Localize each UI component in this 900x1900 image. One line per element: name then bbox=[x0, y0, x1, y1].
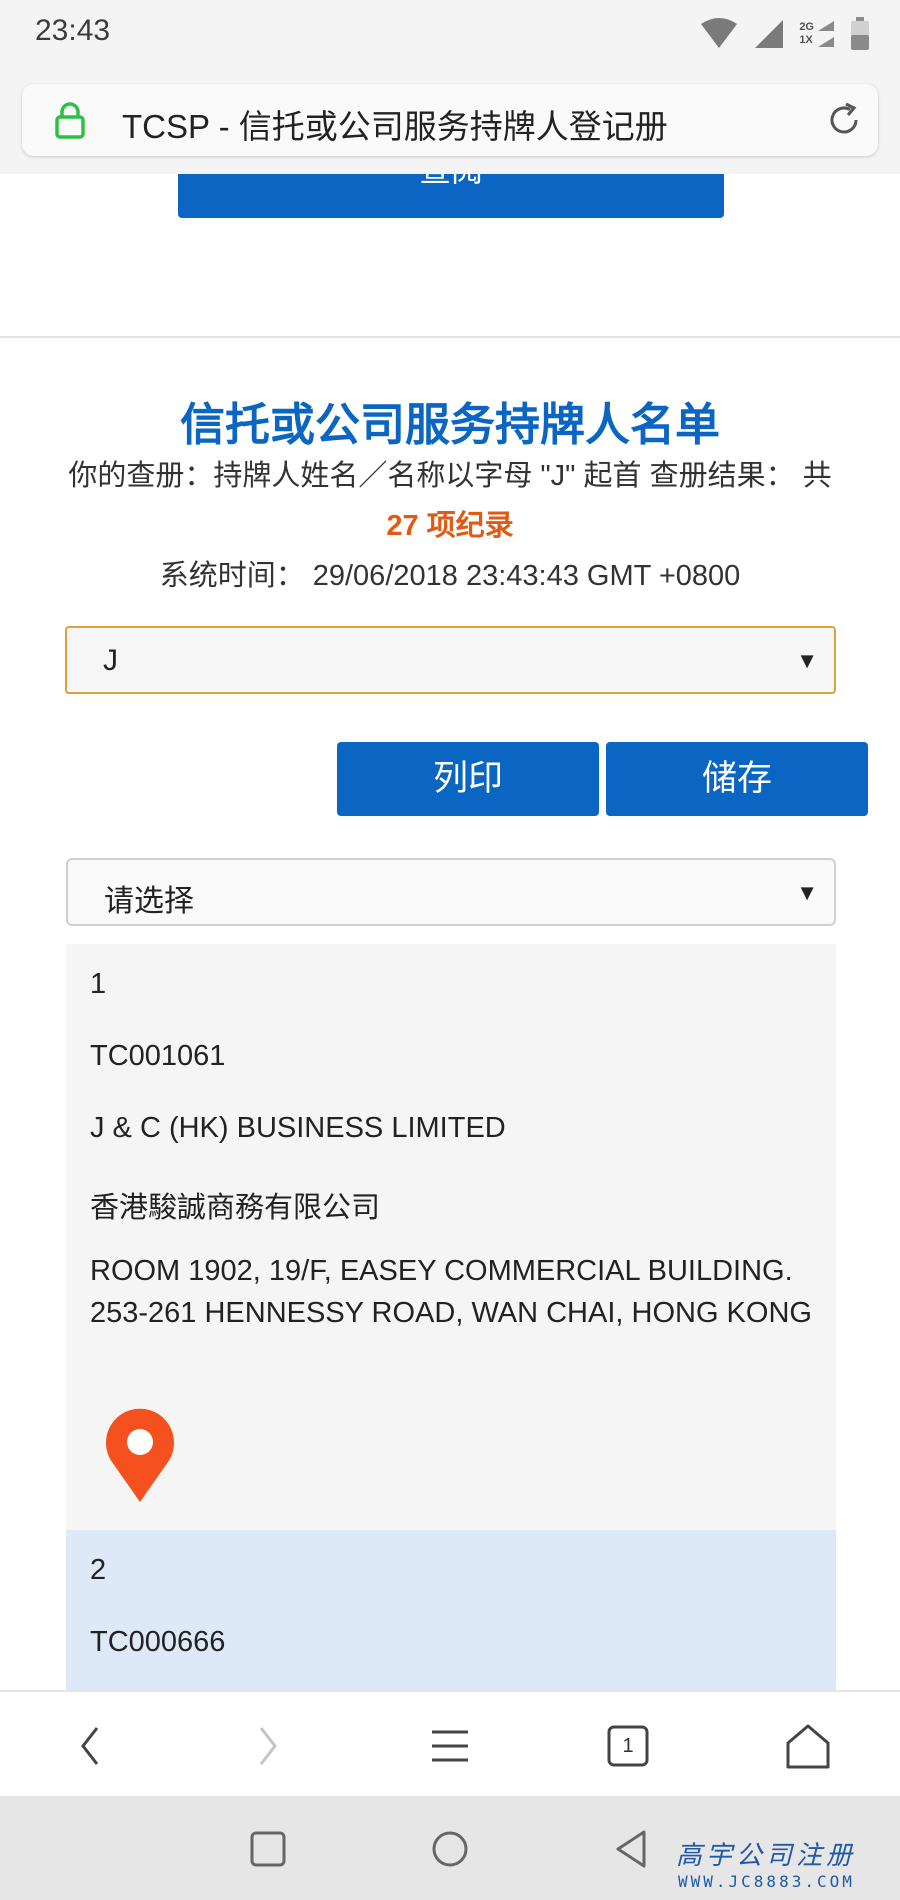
tab-count: 1 bbox=[622, 1734, 634, 1757]
query-summary: 你的查册：持牌人姓名／名称以字母 "J" 起首 查册结果： 共 bbox=[68, 460, 832, 492]
tabs-button[interactable]: 1 bbox=[598, 1716, 658, 1776]
menu-button[interactable] bbox=[420, 1716, 480, 1776]
sort-select[interactable]: 请选择 ▼ bbox=[66, 858, 836, 926]
record-name-zh: 香港駿誠商務有限公司 bbox=[90, 1192, 381, 1224]
chevron-left-icon bbox=[81, 1727, 99, 1765]
dropdown-arrow-icon: ▼ bbox=[796, 648, 818, 673]
record-licence-no: TC001061 bbox=[90, 1040, 226, 1072]
network-label-bottom: 1X bbox=[799, 34, 813, 46]
status-bar: 23:43 2G 1X bbox=[0, 0, 900, 72]
search-button[interactable]: 查阅 bbox=[178, 174, 724, 218]
watermark-text: 高宇公司注册 bbox=[676, 1841, 857, 1871]
search-button-label: 查阅 bbox=[178, 174, 724, 190]
status-icons: 2G 1X bbox=[699, 14, 870, 54]
record-index: 1 bbox=[90, 968, 107, 1000]
page-title: TCSP - 信托或公司服务持牌人登记册 bbox=[122, 108, 668, 145]
record-address-line1: ROOM 1902, 19/F, EASEY COMMERCIAL BUILDI… bbox=[90, 1255, 793, 1287]
network-label-top: 2G bbox=[799, 21, 814, 33]
record-licence-no: TC000666 bbox=[90, 1626, 226, 1658]
dropdown-arrow-icon: ▼ bbox=[796, 880, 818, 905]
menu-icon bbox=[432, 1730, 468, 1762]
browser-toolbar: TCSP - 信托或公司服务持牌人登记册 bbox=[0, 72, 900, 174]
back-button[interactable] bbox=[60, 1716, 120, 1776]
lock-icon bbox=[55, 102, 85, 139]
record-address: ROOM 1902, 19/F, EASEY COMMERCIAL BUILDI… bbox=[90, 1250, 830, 1334]
save-button[interactable]: 储存 bbox=[606, 742, 868, 816]
address-bar[interactable]: TCSP - 信托或公司服务持牌人登记册 bbox=[22, 84, 878, 156]
record-address-line2: 253-261 HENNESSY ROAD, WAN CHAI, HONG KO… bbox=[90, 1297, 812, 1329]
browser-bottom-nav: 1 bbox=[0, 1690, 900, 1798]
section-divider bbox=[0, 336, 900, 338]
signal-icon bbox=[755, 20, 784, 48]
watermark-url: WWW.JC8883.COM bbox=[678, 1872, 855, 1891]
status-time: 23:43 bbox=[35, 14, 111, 47]
record-name-en: J & C (HK) BUSINESS LIMITED bbox=[90, 1112, 506, 1144]
signal-secondary-icon bbox=[818, 21, 834, 47]
result-count: 27 项纪录 bbox=[386, 510, 514, 542]
page-content: 查阅 信托或公司服务持牌人名单 你的查册：持牌人姓名／名称以字母 "J" 起首 … bbox=[0, 174, 900, 1690]
recent-apps-icon[interactable] bbox=[243, 1824, 293, 1874]
letter-select-value: J bbox=[103, 644, 118, 677]
network-type-indicator: 2G 1X bbox=[799, 19, 836, 49]
list-item: 1 TC001061 J & C (HK) BUSINESS LIMITED 香… bbox=[66, 944, 836, 1530]
chevron-right-icon bbox=[259, 1727, 277, 1765]
reload-icon[interactable] bbox=[824, 100, 864, 140]
wifi-icon bbox=[701, 18, 738, 48]
system-back-icon[interactable] bbox=[608, 1824, 658, 1874]
letter-select[interactable]: J ▼ bbox=[65, 626, 836, 694]
map-pin-icon[interactable] bbox=[102, 1404, 178, 1504]
home-icon bbox=[786, 1724, 830, 1769]
system-time: 系统时间： 29/06/2018 23:43:43 GMT +0800 bbox=[159, 560, 741, 592]
sort-select-value: 请选择 bbox=[104, 885, 194, 918]
battery-icon bbox=[851, 17, 869, 50]
forward-button[interactable] bbox=[238, 1716, 298, 1776]
list-title: 信托或公司服务持牌人名单 bbox=[179, 399, 720, 450]
record-index: 2 bbox=[90, 1554, 107, 1586]
list-item: 2 TC000666 bbox=[66, 1530, 836, 1690]
system-home-icon[interactable] bbox=[425, 1824, 475, 1874]
print-button[interactable]: 列印 bbox=[337, 742, 599, 816]
home-button[interactable] bbox=[778, 1716, 838, 1776]
system-nav-bar: 高宇公司注册 WWW.JC8883.COM bbox=[0, 1796, 900, 1900]
